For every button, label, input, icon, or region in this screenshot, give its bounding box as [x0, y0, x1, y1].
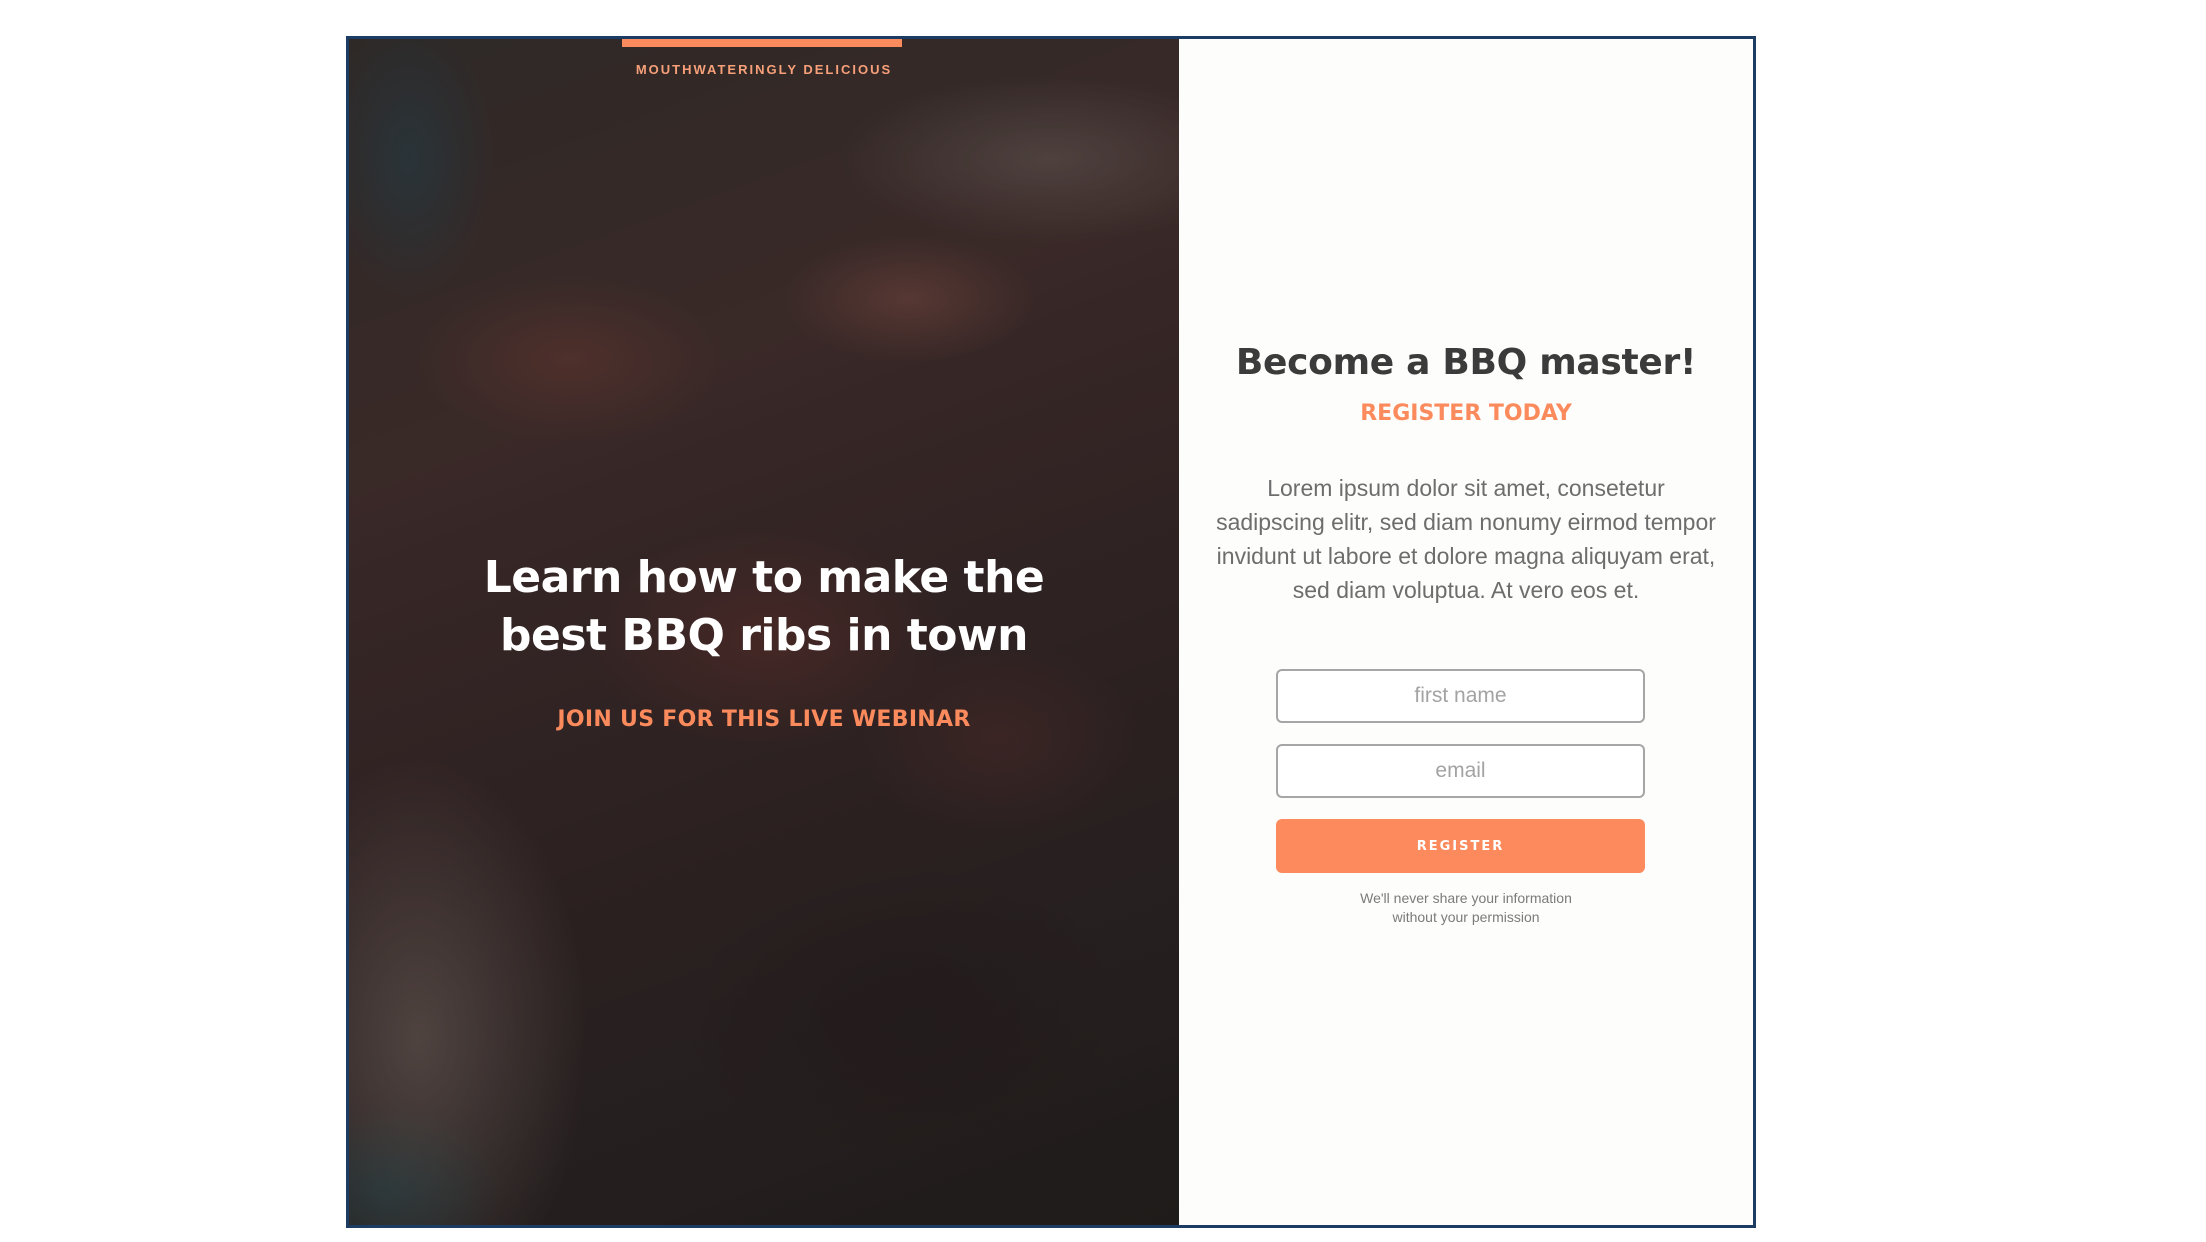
- form-title: Become a BBQ master!: [1235, 342, 1697, 383]
- hero-kicker: MOUTHWATERINGLY DELICIOUS: [635, 62, 893, 77]
- email-input[interactable]: [1276, 744, 1645, 798]
- privacy-note-line-1: We'll never share your information: [1360, 890, 1572, 906]
- hero-subheadline: JOIN US FOR THIS LIVE WEBINAR: [557, 707, 971, 732]
- hero-headline-line-2: best BBQ ribs in town: [500, 610, 1028, 661]
- form-subtitle: REGISTER TODAY: [1360, 401, 1572, 426]
- register-button[interactable]: REGISTER: [1276, 819, 1645, 873]
- kicker-accent-bar: [622, 39, 902, 47]
- registration-panel: Become a BBQ master! REGISTER TODAY Lore…: [1179, 39, 1753, 1225]
- form-description: Lorem ipsum dolor sit amet, consetetur s…: [1216, 475, 1716, 603]
- hero-headline: Learn how to make the best BBQ ribs in t…: [389, 549, 1139, 665]
- privacy-note-line-2: without your permission: [1392, 909, 1540, 925]
- hero-section: MOUTHWATERINGLY DELICIOUS Learn how to m…: [349, 39, 1179, 1225]
- landing-page-frame: MOUTHWATERINGLY DELICIOUS Learn how to m…: [346, 36, 1756, 1228]
- hero-headline-line-1: Learn how to make the: [483, 552, 1045, 603]
- privacy-note: We'll never share your information witho…: [1179, 889, 1753, 927]
- first-name-input[interactable]: [1276, 669, 1645, 723]
